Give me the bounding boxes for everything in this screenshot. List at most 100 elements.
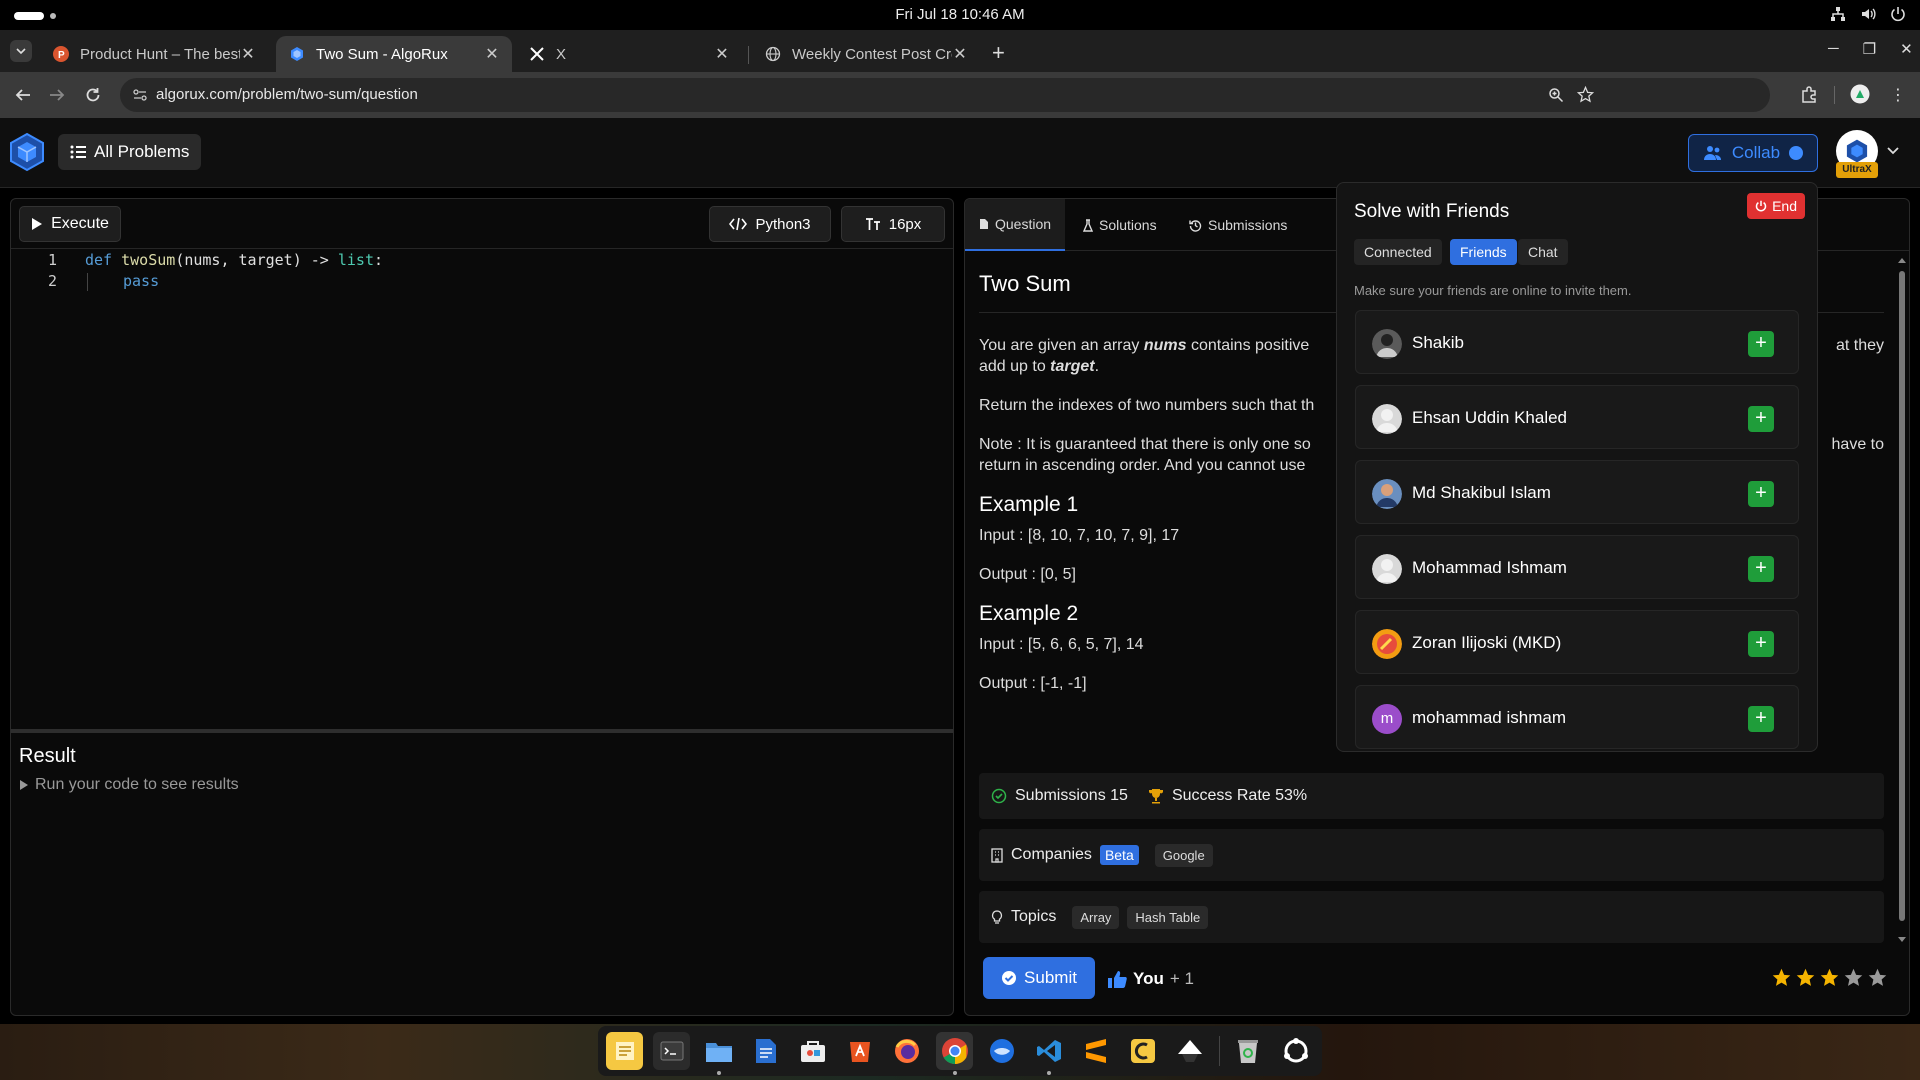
app-header: All Problems Collab UltraX <box>0 118 1920 188</box>
system-tray[interactable] <box>1830 6 1906 22</box>
thunderbird-icon[interactable] <box>983 1032 1020 1070</box>
files-icon[interactable] <box>700 1032 737 1075</box>
zoom-icon[interactable] <box>1548 87 1564 103</box>
forward-icon[interactable] <box>48 86 66 104</box>
trash-icon[interactable] <box>1230 1032 1267 1070</box>
company-chip-google[interactable]: Google <box>1154 843 1213 867</box>
tab-title: X <box>556 45 567 63</box>
code-editor-panel: Execute Python3 16px 1 def twoSum(nums, … <box>10 198 954 1016</box>
tab-title: Two Sum - AlgoRux <box>316 45 448 63</box>
check-circle-icon <box>1002 971 1017 985</box>
bookmark-star-icon[interactable] <box>1577 86 1594 103</box>
all-problems-button[interactable]: All Problems <box>58 134 202 170</box>
indent-guide <box>87 273 88 291</box>
collab-hint: Make sure your friends are online to inv… <box>1354 283 1632 298</box>
collab-tab-connected[interactable]: Connected <box>1354 239 1442 265</box>
topics-label: Topics <box>1011 908 1057 925</box>
friend-name: mohammad ishmam <box>1412 708 1566 727</box>
svg-text:P: P <box>58 50 65 61</box>
codeblocks-icon[interactable] <box>1125 1032 1162 1070</box>
algorux-logo-icon[interactable] <box>8 132 46 172</box>
execute-button[interactable]: Execute <box>19 206 121 242</box>
back-icon[interactable] <box>14 86 32 104</box>
close-window-icon[interactable]: ✕ <box>1900 40 1913 58</box>
thumbs-up-icon <box>1108 970 1127 988</box>
inkscape-icon[interactable] <box>1172 1032 1209 1070</box>
globe-icon <box>764 45 782 63</box>
software-center-icon[interactable] <box>795 1032 832 1070</box>
add-friend-button[interactable]: + <box>1748 631 1774 657</box>
tab-submissions[interactable]: Submissions <box>1175 199 1301 251</box>
tab-search-button[interactable] <box>10 40 32 62</box>
font-size-select[interactable]: 16px <box>841 206 945 242</box>
star-filled-icon[interactable] <box>1771 967 1792 988</box>
dock <box>598 1026 1322 1076</box>
tab-title: Product Hunt – The best <box>80 45 240 63</box>
address-bar[interactable]: algorux.com/problem/two-sum/question <box>120 78 1770 112</box>
user-menu-chevron-icon[interactable] <box>1886 146 1900 156</box>
collab-label: Collab <box>1731 143 1781 162</box>
system-top-bar: Fri Jul 18 10:46 AM <box>0 0 1920 30</box>
close-tab-icon[interactable]: ✕ <box>240 44 256 64</box>
all-problems-label: All Problems <box>94 142 190 161</box>
friend-row: Shakib + <box>1355 310 1799 374</box>
submissions-count: Submissions 15 <box>1015 787 1128 804</box>
chrome-icon[interactable] <box>935 1032 974 1075</box>
close-tab-icon[interactable]: ✕ <box>484 44 500 64</box>
show-apps-icon[interactable] <box>1277 1032 1314 1070</box>
collab-tab-chat[interactable]: Chat <box>1518 239 1568 265</box>
tab-question[interactable]: Question <box>965 199 1066 251</box>
algorux-icon <box>288 45 306 63</box>
close-tab-icon[interactable]: ✕ <box>714 44 730 64</box>
tab-solutions[interactable]: Solutions <box>1069 199 1171 251</box>
end-session-button[interactable]: End <box>1747 193 1805 219</box>
rating-stars[interactable] <box>1771 967 1888 988</box>
scrollbar[interactable] <box>1897 255 1907 945</box>
site-info-icon[interactable] <box>132 87 148 103</box>
language-select[interactable]: Python3 <box>709 206 831 242</box>
browser-tab-x[interactable]: X ✕ <box>516 36 742 72</box>
minimize-icon[interactable]: ─ <box>1828 40 1839 58</box>
vscode-icon[interactable] <box>1030 1032 1067 1075</box>
collab-button[interactable]: Collab <box>1688 134 1818 172</box>
likes-extra: + 1 <box>1169 969 1194 988</box>
avatar <box>1372 329 1402 359</box>
submit-label: Submit <box>1024 968 1077 987</box>
star-filled-icon[interactable] <box>1795 967 1816 988</box>
font-size-label: 16px <box>888 215 922 233</box>
app-store-icon[interactable] <box>842 1032 879 1070</box>
extensions-icon[interactable] <box>1800 85 1818 103</box>
collab-tab-friends[interactable]: Friends <box>1450 239 1517 265</box>
add-friend-button[interactable]: + <box>1748 706 1774 732</box>
add-friend-button[interactable]: + <box>1748 556 1774 582</box>
browser-tab-two-sum[interactable]: Two Sum - AlgoRux ✕ <box>276 36 512 72</box>
star-empty-icon[interactable] <box>1867 967 1888 988</box>
topic-chip-hash-table[interactable]: Hash Table <box>1127 905 1209 929</box>
topic-chip-array[interactable]: Array <box>1072 905 1120 929</box>
browser-tab-weekly-contest[interactable]: Weekly Contest Post Cre ✕ <box>752 36 980 72</box>
restore-icon[interactable]: ❐ <box>1863 40 1876 58</box>
text-editor-icon[interactable] <box>606 1032 644 1070</box>
panel-resize-handle[interactable] <box>11 729 953 733</box>
sublime-text-icon[interactable] <box>1077 1032 1114 1070</box>
add-friend-button[interactable]: + <box>1748 481 1774 507</box>
add-friend-button[interactable]: + <box>1748 406 1774 432</box>
submit-button[interactable]: Submit <box>983 957 1095 999</box>
firefox-icon[interactable] <box>889 1032 926 1070</box>
close-tab-icon[interactable]: ✕ <box>952 44 968 64</box>
writer-icon[interactable] <box>747 1032 784 1070</box>
power-icon <box>1755 200 1767 212</box>
star-empty-icon[interactable] <box>1843 967 1864 988</box>
system-clock[interactable]: Fri Jul 18 10:46 AM <box>0 0 1920 30</box>
terminal-icon[interactable] <box>653 1032 691 1070</box>
new-tab-button[interactable]: + <box>992 40 1005 66</box>
beta-badge: Beta <box>1099 845 1139 865</box>
browser-menu-icon[interactable]: ⋮ <box>1890 85 1906 105</box>
reload-icon[interactable] <box>84 86 102 104</box>
add-friend-button[interactable]: + <box>1748 331 1774 357</box>
star-filled-icon[interactable] <box>1819 967 1840 988</box>
avatar <box>1372 479 1402 509</box>
like-button[interactable]: You + 1 <box>1107 969 1194 989</box>
profile-avatar-icon[interactable] <box>1850 84 1870 104</box>
browser-tab-product-hunt[interactable]: P Product Hunt – The best ✕ <box>40 36 268 72</box>
